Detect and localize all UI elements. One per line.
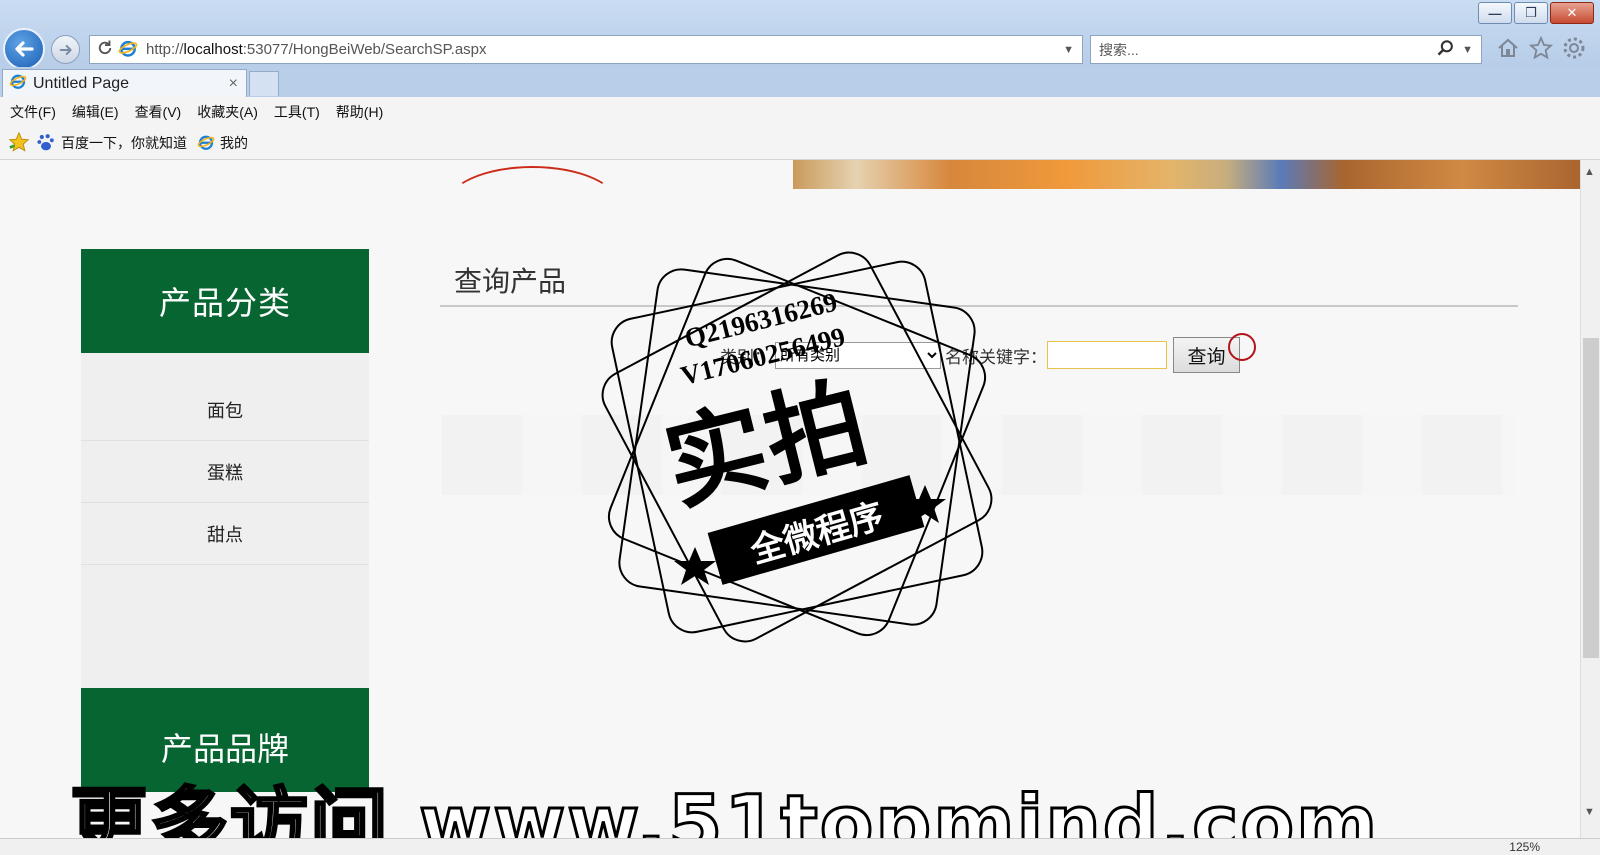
vertical-scrollbar[interactable]: ▲ ▼	[1580, 160, 1600, 840]
address-bar[interactable]: http://localhost:53077/HongBeiWeb/Search…	[89, 35, 1083, 64]
watermark-stamp: Q2196316269 V17060256499 实拍 全微程序	[595, 245, 1000, 650]
home-icon[interactable]	[1496, 36, 1520, 60]
baidu-paw-icon	[36, 132, 56, 155]
search-icon[interactable]	[1436, 38, 1456, 61]
new-tab-button[interactable]	[249, 71, 279, 96]
menu-help[interactable]: 帮助(H)	[336, 102, 383, 122]
favorite-mine-label: 我的	[220, 135, 248, 151]
scrollbar-thumb[interactable]	[1583, 338, 1599, 658]
zoom-level[interactable]: 125%	[1509, 840, 1540, 854]
menu-favorites[interactable]: 收藏夹(A)	[197, 102, 258, 122]
menu-edit[interactable]: 编辑(E)	[72, 102, 119, 122]
back-arrow-icon	[15, 41, 34, 57]
favorites-bar: 百度一下，你就知道 我的	[0, 127, 1600, 160]
refresh-icon[interactable]	[96, 39, 114, 61]
menu-bar: 文件(F) 编辑(E) 查看(V) 收藏夹(A) 工具(T) 帮助(H)	[0, 97, 1600, 127]
favorites-add-icon[interactable]	[8, 131, 30, 156]
search-box[interactable]: 搜索... ▼	[1090, 35, 1482, 64]
sidebar-item-dessert[interactable]: 甜点	[81, 503, 369, 565]
mouse-cursor-highlight	[1228, 333, 1256, 361]
sidebar-item-bread[interactable]: 面包	[81, 379, 369, 441]
ie-favorite-icon	[197, 133, 215, 154]
minimize-button[interactable]: —	[1478, 2, 1512, 24]
favorite-mine[interactable]: 我的	[197, 133, 248, 154]
status-bar: 125%	[0, 838, 1600, 855]
forward-arrow-icon	[59, 44, 72, 55]
menu-file[interactable]: 文件(F)	[10, 102, 56, 122]
favorite-baidu[interactable]: 百度一下，你就知道	[36, 132, 187, 155]
keyword-input[interactable]	[1047, 341, 1167, 369]
settings-gear-icon[interactable]	[1562, 36, 1586, 60]
browser-tool-icons	[1496, 36, 1586, 60]
address-dropdown-icon[interactable]: ▼	[1063, 44, 1074, 56]
sidebar-category-list: 面包 蛋糕 甜点	[81, 353, 369, 688]
tab-bar: Untitled Page ×	[0, 67, 1600, 97]
menu-tools[interactable]: 工具(T)	[274, 102, 320, 122]
sidebar-category-heading: 产品分类	[81, 249, 369, 353]
tab-close-icon[interactable]: ×	[229, 75, 238, 93]
menu-view[interactable]: 查看(V)	[135, 102, 182, 122]
search-dropdown-icon[interactable]: ▼	[1462, 44, 1473, 56]
site-logo	[445, 166, 620, 246]
favorite-baidu-label: 百度一下，你就知道	[61, 135, 187, 151]
ie-tab-icon	[9, 72, 27, 95]
back-button[interactable]	[3, 28, 45, 70]
tab-untitled-page[interactable]: Untitled Page ×	[2, 69, 247, 97]
restore-button[interactable]: ❒	[1514, 2, 1548, 24]
search-placeholder[interactable]: 搜索...	[1099, 40, 1436, 60]
forward-button[interactable]	[51, 35, 80, 64]
address-url[interactable]: http://localhost:53077/HongBeiWeb/Search…	[146, 41, 1063, 58]
sidebar-item-cake[interactable]: 蛋糕	[81, 441, 369, 503]
scroll-down-icon[interactable]: ▼	[1584, 806, 1595, 818]
tab-title: Untitled Page	[33, 74, 130, 92]
header-banner-image	[793, 160, 1580, 189]
favorites-star-icon[interactable]	[1529, 36, 1553, 60]
close-window-button[interactable]: ✕	[1550, 2, 1594, 24]
scroll-up-icon[interactable]: ▲	[1584, 166, 1595, 178]
window-controls: — ❒ ✕	[1478, 2, 1594, 24]
ie-page-icon	[118, 38, 138, 62]
sidebar: 产品分类 面包 蛋糕 甜点 产品品牌	[81, 249, 369, 792]
